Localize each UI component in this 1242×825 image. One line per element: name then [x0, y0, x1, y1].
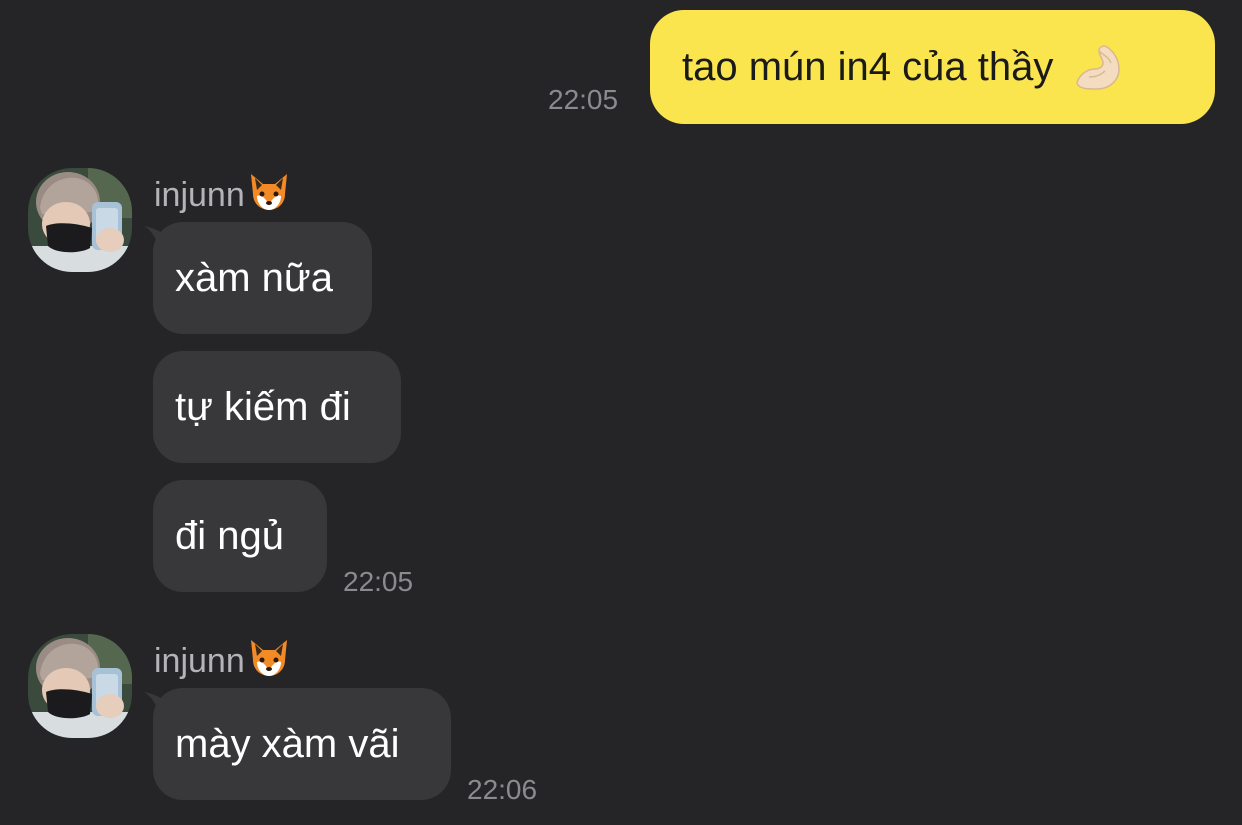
avatar-photo-icon [28, 168, 132, 272]
fox-emoji-icon [247, 172, 291, 218]
sender-name: injunn [154, 638, 291, 684]
incoming-message-bubble[interactable]: xàm nữa [153, 222, 372, 334]
fox-emoji-icon [247, 638, 291, 684]
sender-avatar[interactable] [28, 634, 132, 738]
incoming-message-bubble[interactable]: mày xàm vãi [153, 688, 451, 800]
avatar-photo-icon [28, 634, 132, 738]
message-timestamp: 22:06 [467, 774, 538, 805]
outgoing-message-bubble[interactable]: tao mún in4 của thầy [650, 10, 1215, 124]
message-timestamp: 22:05 [548, 84, 619, 115]
sender-avatar[interactable] [28, 168, 132, 272]
incoming-message-bubble[interactable]: đi ngủ [153, 480, 327, 592]
sender-name: injunn [154, 172, 291, 218]
message-text: tao mún in4 của thầy [682, 45, 1054, 89]
chat-screen: { "messages": { "outgoing_1": { "text": … [0, 0, 1242, 825]
sender-name-text: injunn [154, 642, 245, 680]
pinched-fingers-emoji-icon [1069, 39, 1125, 95]
message-timestamp: 22:05 [343, 566, 414, 597]
sender-name-text: injunn [154, 176, 245, 214]
incoming-message-bubble[interactable]: tự kiếm đi [153, 351, 401, 463]
